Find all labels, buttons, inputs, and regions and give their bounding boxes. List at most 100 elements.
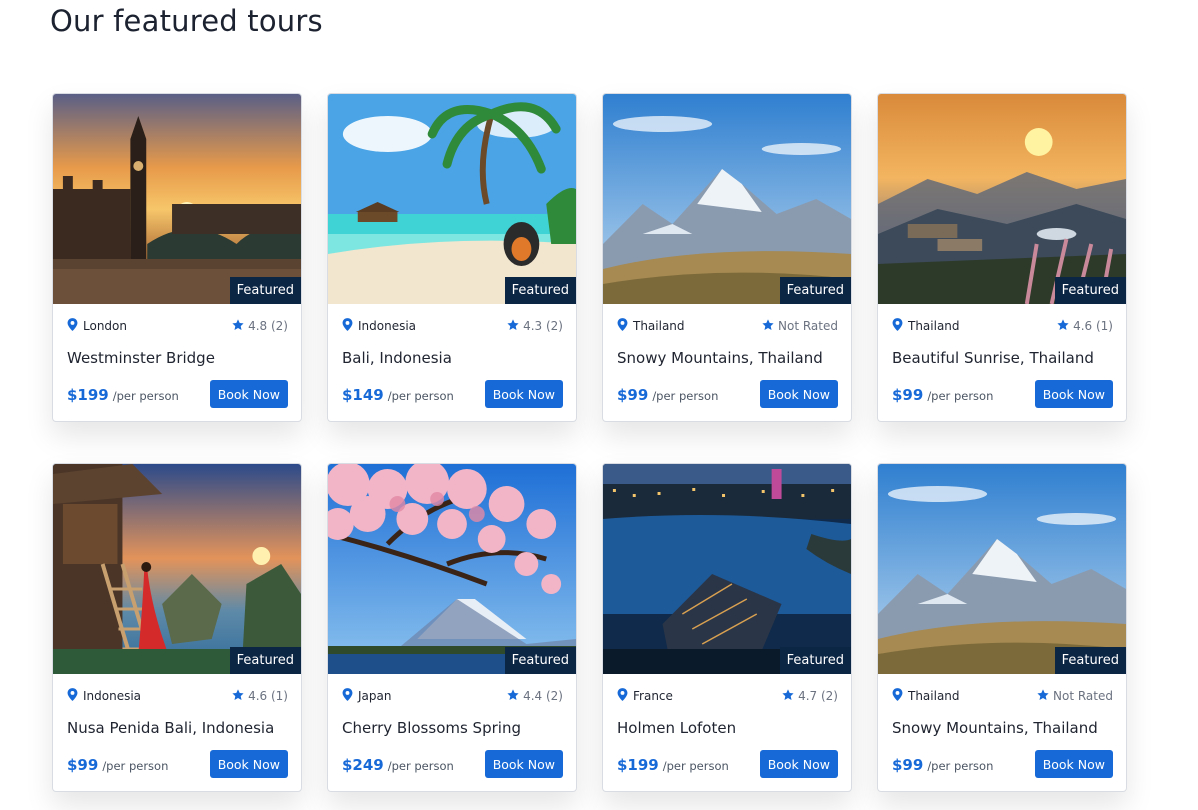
star-icon	[507, 318, 519, 334]
tour-name-link[interactable]: Westminster Bridge	[67, 349, 215, 367]
featured-badge: Featured	[504, 277, 576, 304]
tour-price: $249/per person	[342, 755, 454, 774]
sunrise-hills-image	[878, 94, 1126, 304]
tour-card[interactable]: Featured France 4.7 (2) Holmen Lofoten $…	[602, 463, 852, 792]
book-now-button[interactable]: Book Now	[209, 380, 288, 408]
price-unit: /per person	[652, 388, 719, 403]
cherry-blossom-fuji-image	[328, 464, 576, 674]
treehouse-cliff-image	[53, 464, 301, 674]
tour-location: Japan	[342, 688, 391, 704]
tour-price: $199/per person	[617, 755, 729, 774]
price-value: $99	[892, 755, 924, 774]
tour-price: $99/per person	[67, 755, 168, 774]
location-label: Indonesia	[358, 319, 417, 333]
price-value: $99	[617, 385, 649, 404]
price-unit: /per person	[102, 758, 169, 773]
tour-rating: 4.7 (2)	[782, 688, 838, 704]
star-icon	[782, 688, 794, 704]
tour-image[interactable]: Featured	[878, 94, 1126, 304]
book-now-button[interactable]: Book Now	[759, 750, 838, 778]
star-icon	[507, 688, 519, 704]
rating-label: Not Rated	[1053, 689, 1113, 703]
location-label: France	[633, 689, 673, 703]
tour-location: Thailand	[617, 318, 685, 334]
map-pin-icon	[617, 688, 628, 704]
rating-label: 4.7 (2)	[798, 689, 838, 703]
tour-rating: 4.6 (1)	[1057, 318, 1113, 334]
featured-badge: Featured	[779, 647, 851, 674]
tour-rating: 4.6 (1)	[232, 688, 288, 704]
tour-name-link[interactable]: Snowy Mountains, Thailand	[892, 719, 1098, 737]
tour-grid: Featured London 4.8 (2) Westminster Brid…	[52, 93, 1128, 793]
tour-price: $99/per person	[892, 755, 993, 774]
rating-label: 4.4 (2)	[523, 689, 563, 703]
book-now-button[interactable]: Book Now	[1034, 380, 1113, 408]
tour-price: $99/per person	[892, 385, 993, 404]
star-icon	[232, 318, 244, 334]
tour-card[interactable]: Featured Indonesia 4.3 (2) Bali, Indones…	[327, 93, 577, 422]
price-unit: /per person	[387, 388, 454, 403]
tour-card[interactable]: Featured Thailand Not Rated Snowy Mounta…	[602, 93, 852, 422]
tour-card[interactable]: Featured Thailand 4.6 (1) Beautiful Sunr…	[877, 93, 1127, 422]
tour-image[interactable]: Featured	[328, 464, 576, 674]
tour-card[interactable]: Featured Indonesia 4.6 (1) Nusa Penida B…	[52, 463, 302, 792]
map-pin-icon	[892, 318, 903, 334]
map-pin-icon	[342, 688, 353, 704]
star-icon	[232, 688, 244, 704]
rating-label: Not Rated	[778, 319, 838, 333]
tour-location: Indonesia	[342, 318, 416, 334]
tour-price: $199/per person	[67, 385, 179, 404]
tour-image[interactable]: Featured	[878, 464, 1126, 674]
featured-badge: Featured	[1054, 647, 1126, 674]
tour-name-link[interactable]: Nusa Penida Bali, Indonesia	[67, 719, 274, 737]
book-now-button[interactable]: Book Now	[209, 750, 288, 778]
location-label: Indonesia	[83, 689, 142, 703]
snowy-mountains-image	[878, 464, 1126, 674]
tour-rating: 4.4 (2)	[507, 688, 563, 704]
london-sunset-image	[53, 94, 301, 304]
price-value: $149	[342, 385, 384, 404]
tour-location: France	[617, 688, 673, 704]
location-label: Thailand	[908, 689, 960, 703]
tour-image[interactable]: Featured	[53, 94, 301, 304]
star-icon	[1037, 688, 1049, 704]
tour-rating: Not Rated	[1037, 688, 1113, 704]
map-pin-icon	[892, 688, 903, 704]
book-now-button[interactable]: Book Now	[484, 380, 563, 408]
book-now-button[interactable]: Book Now	[759, 380, 838, 408]
tour-image[interactable]: Featured	[328, 94, 576, 304]
section-title: Our featured tours	[50, 4, 323, 38]
tour-image[interactable]: Featured	[603, 464, 851, 674]
price-unit: /per person	[112, 388, 179, 403]
tour-card[interactable]: Featured London 4.8 (2) Westminster Brid…	[52, 93, 302, 422]
book-now-button[interactable]: Book Now	[484, 750, 563, 778]
tour-name-link[interactable]: Bali, Indonesia	[342, 349, 452, 367]
tour-name-link[interactable]: Beautiful Sunrise, Thailand	[892, 349, 1094, 367]
rating-label: 4.6 (1)	[1073, 319, 1113, 333]
tour-image[interactable]: Featured	[603, 94, 851, 304]
tour-price: $99/per person	[617, 385, 718, 404]
tour-card[interactable]: Featured Thailand Not Rated Snowy Mounta…	[877, 463, 1127, 792]
tour-location: Thailand	[892, 688, 960, 704]
price-unit: /per person	[662, 758, 729, 773]
location-label: Thailand	[633, 319, 685, 333]
price-unit: /per person	[927, 758, 994, 773]
tour-card[interactable]: Featured Japan 4.4 (2) Cherry Blossoms S…	[327, 463, 577, 792]
tour-price: $149/per person	[342, 385, 454, 404]
map-pin-icon	[67, 318, 78, 334]
tour-name-link[interactable]: Cherry Blossoms Spring	[342, 719, 521, 737]
tour-name-link[interactable]: Holmen Lofoten	[617, 719, 736, 737]
tour-location: Indonesia	[67, 688, 141, 704]
featured-badge: Featured	[229, 277, 301, 304]
tour-name-link[interactable]: Snowy Mountains, Thailand	[617, 349, 823, 367]
price-unit: /per person	[387, 758, 454, 773]
tour-image[interactable]: Featured	[53, 464, 301, 674]
snowy-mountains-image	[603, 94, 851, 304]
night-city-water-image	[603, 464, 851, 674]
price-value: $199	[617, 755, 659, 774]
map-pin-icon	[617, 318, 628, 334]
tour-location: Thailand	[892, 318, 960, 334]
star-icon	[762, 318, 774, 334]
tour-location: London	[67, 318, 127, 334]
book-now-button[interactable]: Book Now	[1034, 750, 1113, 778]
